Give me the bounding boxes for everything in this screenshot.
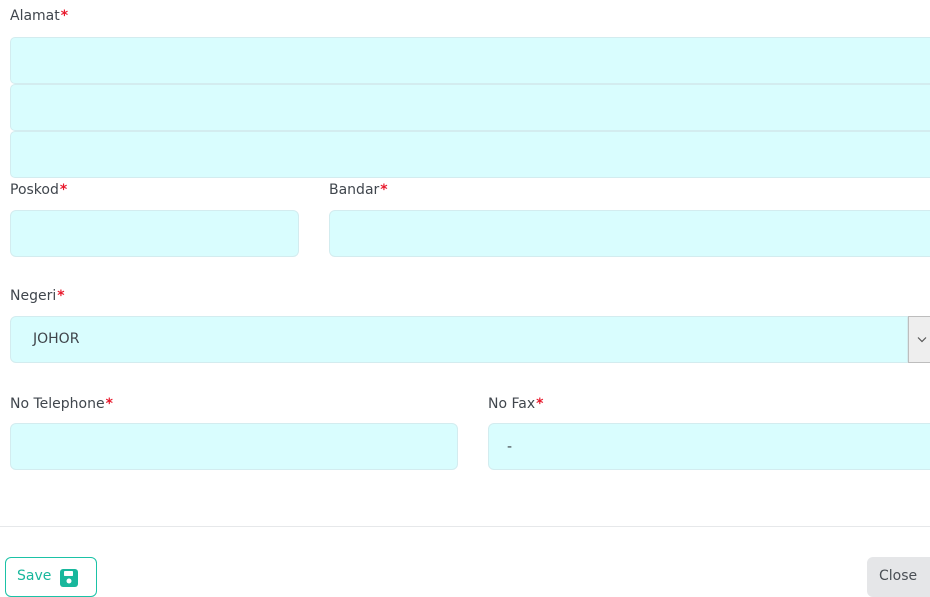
bandar-label: Bandar*: [329, 182, 388, 198]
negeri-label: Negeri*: [10, 288, 65, 304]
telephone-input[interactable]: [10, 423, 458, 470]
save-button[interactable]: Save: [5, 557, 97, 597]
floppy-disk-icon: [60, 569, 79, 587]
fax-label: No Fax*: [488, 396, 543, 412]
required-marker: *: [105, 396, 113, 412]
alamat-line-1-input[interactable]: [10, 37, 930, 84]
negeri-select[interactable]: JOHOR: [10, 316, 930, 363]
required-marker: *: [536, 396, 544, 412]
poskod-input[interactable]: [10, 210, 299, 257]
alamat-label-text: Alamat: [10, 8, 60, 24]
required-marker: *: [59, 182, 68, 198]
poskod-label-text: Poskod: [10, 182, 59, 198]
telephone-label-text: No Telephone: [10, 396, 105, 412]
required-marker: *: [60, 8, 69, 24]
negeri-label-text: Negeri: [10, 288, 57, 304]
footer-divider: [0, 526, 930, 527]
negeri-selected-value[interactable]: JOHOR: [10, 316, 908, 363]
negeri-dropdown-button[interactable]: [908, 316, 930, 363]
telephone-label: No Telephone*: [10, 396, 113, 412]
bandar-label-text: Bandar: [329, 182, 380, 198]
alamat-line-2-input[interactable]: [10, 84, 930, 131]
save-button-label: Save: [17, 568, 52, 584]
alamat-line-3-input[interactable]: [10, 131, 930, 178]
fax-input[interactable]: [488, 423, 930, 470]
required-marker: *: [380, 182, 388, 198]
poskod-label: Poskod*: [10, 182, 67, 198]
bandar-input[interactable]: [329, 210, 930, 257]
fax-label-text: No Fax: [488, 396, 536, 412]
required-marker: *: [57, 288, 65, 304]
alamat-label: Alamat*: [10, 8, 68, 24]
close-button[interactable]: Close: [867, 557, 930, 597]
chevron-down-icon: [917, 337, 926, 343]
